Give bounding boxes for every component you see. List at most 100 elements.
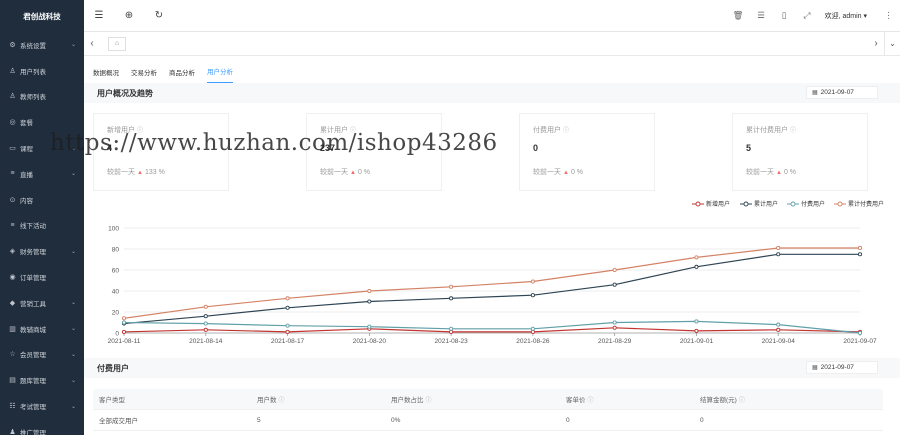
table-body: 全部成交用户 5 0% 0 0: [93, 410, 883, 431]
data-point: [694, 255, 699, 260]
table-header-label: 结算金额(元): [700, 397, 737, 404]
table-cell: 5: [257, 416, 261, 424]
question-icon[interactable]: ⓘ: [739, 398, 745, 404]
legend-marker: [837, 201, 843, 207]
more-vertical-icon[interactable]: ⋮: [877, 10, 900, 21]
sidebar-item[interactable]: ♙ 教师列表: [0, 84, 84, 110]
stat-card-pct: 0 %: [357, 169, 371, 176]
tab-user-analysis[interactable]: 用户分析: [207, 66, 233, 83]
sidebar-item-label: 财务管理: [20, 249, 46, 257]
sidebar-item[interactable]: ◈ 财务管理 ⌄: [0, 238, 84, 264]
table-cell: 0%: [391, 416, 401, 424]
tab-product-analysis[interactable]: 商品分析: [169, 67, 195, 83]
data-point: [612, 282, 617, 287]
sidebar-item-icon: ♟: [9, 428, 16, 435]
question-icon[interactable]: ⓘ: [137, 128, 143, 134]
data-point: [203, 321, 208, 326]
data-point: [857, 330, 863, 336]
calendar-icon: ▦: [812, 90, 818, 96]
file-icon[interactable]: ▯: [773, 10, 796, 21]
overview-title: 用户概况及趋势: [97, 88, 153, 98]
sidebar-item[interactable]: ☆ 会员管理 ⌄: [0, 342, 84, 368]
legend-label: 付费用户: [801, 200, 825, 208]
trend-up-icon: ▲: [137, 170, 143, 176]
trend-up-icon: ▲: [350, 170, 356, 176]
data-point: [530, 279, 535, 284]
x-tick-label: 2021-08-29: [598, 338, 632, 345]
paid-date-picker[interactable]: ▦ 2021-09-07: [806, 361, 878, 374]
stat-card-value: 0: [533, 143, 539, 153]
data-point: [694, 328, 699, 333]
tab-menu-chevron-down-icon[interactable]: ⌄: [884, 31, 900, 56]
sidebar-item-label: 用户列表: [20, 68, 46, 76]
sidebar-item-label: 系统设置: [20, 42, 46, 50]
table-header-label: 用户数: [257, 397, 277, 404]
table-cell: 全部成交用户: [99, 418, 138, 425]
trend-up-icon: ▲: [776, 170, 782, 176]
data-point: [367, 324, 372, 329]
x-tick-label: 2021-08-20: [353, 338, 387, 345]
sidebar-item[interactable]: ≡ 线下活动: [0, 213, 84, 239]
globe-icon[interactable]: ⊕: [114, 10, 144, 21]
tab-data-overview[interactable]: 数据概况: [93, 67, 119, 83]
y-tick-label: 100: [108, 226, 119, 233]
tab-scroll-left-icon[interactable]: ‹: [84, 38, 100, 49]
x-tick-label: 2021-09-04: [762, 338, 796, 345]
trash-icon[interactable]: 🗑: [727, 10, 750, 21]
chevron-down-icon: ⌄: [70, 300, 76, 307]
data-point: [285, 323, 290, 328]
legend-label: 累计用户: [754, 200, 778, 208]
table-row: 全部成交用户 5 0% 0 0: [93, 410, 883, 431]
stat-card-title: 新增用户: [107, 127, 135, 134]
brand-logo: 君创战科技: [23, 11, 61, 21]
question-icon[interactable]: ⓘ: [426, 398, 432, 404]
data-point: [285, 296, 290, 301]
legend-marker: [743, 201, 749, 207]
sidebar-item[interactable]: ▤ 题库管理 ⌄: [0, 367, 84, 393]
stat-card-value: 4: [107, 143, 113, 153]
sidebar-item[interactable]: ◉ 订单管理: [0, 264, 84, 290]
data-point: [612, 320, 617, 325]
fullscreen-icon[interactable]: ⤢: [796, 10, 819, 21]
overview-section-header: 用户概况及趋势 ▦ 2021-09-07: [84, 83, 900, 103]
sidebar-item-label: 题库管理: [20, 378, 46, 386]
tab-scroll-right-icon[interactable]: ›: [868, 38, 884, 49]
x-tick-label: 2021-09-01: [680, 338, 714, 345]
data-point: [367, 288, 372, 294]
paid-section-header: 付费用户 ▦ 2021-09-07: [84, 358, 900, 378]
top-header: ☰ ⊕ ↻ 🗑 ☰ ▯ ⤢ 欢迎, admin ▾ ⋮: [84, 0, 900, 32]
sidebar-item[interactable]: ♙ 用户列表: [0, 58, 84, 84]
question-icon[interactable]: ⓘ: [350, 128, 356, 134]
menu-collapse-icon[interactable]: ☰: [84, 10, 114, 21]
sidebar-item[interactable]: ▥ 教辅商城 ⌄: [0, 316, 84, 342]
question-icon[interactable]: ⓘ: [563, 128, 569, 134]
refresh-icon[interactable]: ↻: [144, 10, 174, 21]
sidebar-menu: ⚙ 系统设置 ⌄ ♙ 用户列表 ♙ 教师列表 ◎ 套餐 ▭ 课程 ⌄ ≡ 直播 ⌄ ⊙ 内容 ≡ 线下活动 ◈ 财务管理…: [0, 32, 84, 435]
table-header-label: 客单价: [566, 397, 586, 404]
legend-label: 新增用户: [706, 200, 730, 208]
question-icon[interactable]: ⓘ: [790, 128, 796, 134]
data-point: [694, 319, 699, 324]
sidebar-item-icon: ⚙: [9, 41, 16, 49]
question-icon[interactable]: ⓘ: [588, 398, 594, 404]
sidebar-item[interactable]: ☷ 考试管理 ⌄: [0, 393, 84, 419]
sidebar-item-label: 考试管理: [20, 404, 46, 412]
user-menu[interactable]: 欢迎, admin ▾: [825, 11, 867, 21]
series-line: [123, 253, 860, 325]
paid-title: 付费用户: [97, 363, 129, 373]
question-icon[interactable]: ⓘ: [279, 398, 285, 404]
chevron-down-icon: ⌄: [70, 377, 76, 384]
overview-date-picker[interactable]: ▦ 2021-09-07: [806, 86, 878, 99]
sidebar-item[interactable]: ⚙ 系统设置 ⌄: [0, 32, 84, 58]
data-point: [449, 296, 454, 301]
chevron-down-icon: ⌄: [70, 403, 76, 410]
data-point: [776, 245, 781, 251]
stat-card-compare: 较前一天: [533, 169, 561, 176]
sidebar-item[interactable]: ♟ 推广管理: [0, 419, 84, 435]
sidebar-item[interactable]: ◆ 营销工具 ⌄: [0, 290, 84, 316]
document-list-icon[interactable]: ☰: [750, 10, 773, 21]
legend-label: 累计付费用户: [848, 200, 884, 208]
data-point: [776, 252, 781, 257]
home-tab-icon[interactable]: ⌂: [108, 36, 126, 51]
tab-trade-analysis[interactable]: 交易分析: [131, 67, 157, 83]
